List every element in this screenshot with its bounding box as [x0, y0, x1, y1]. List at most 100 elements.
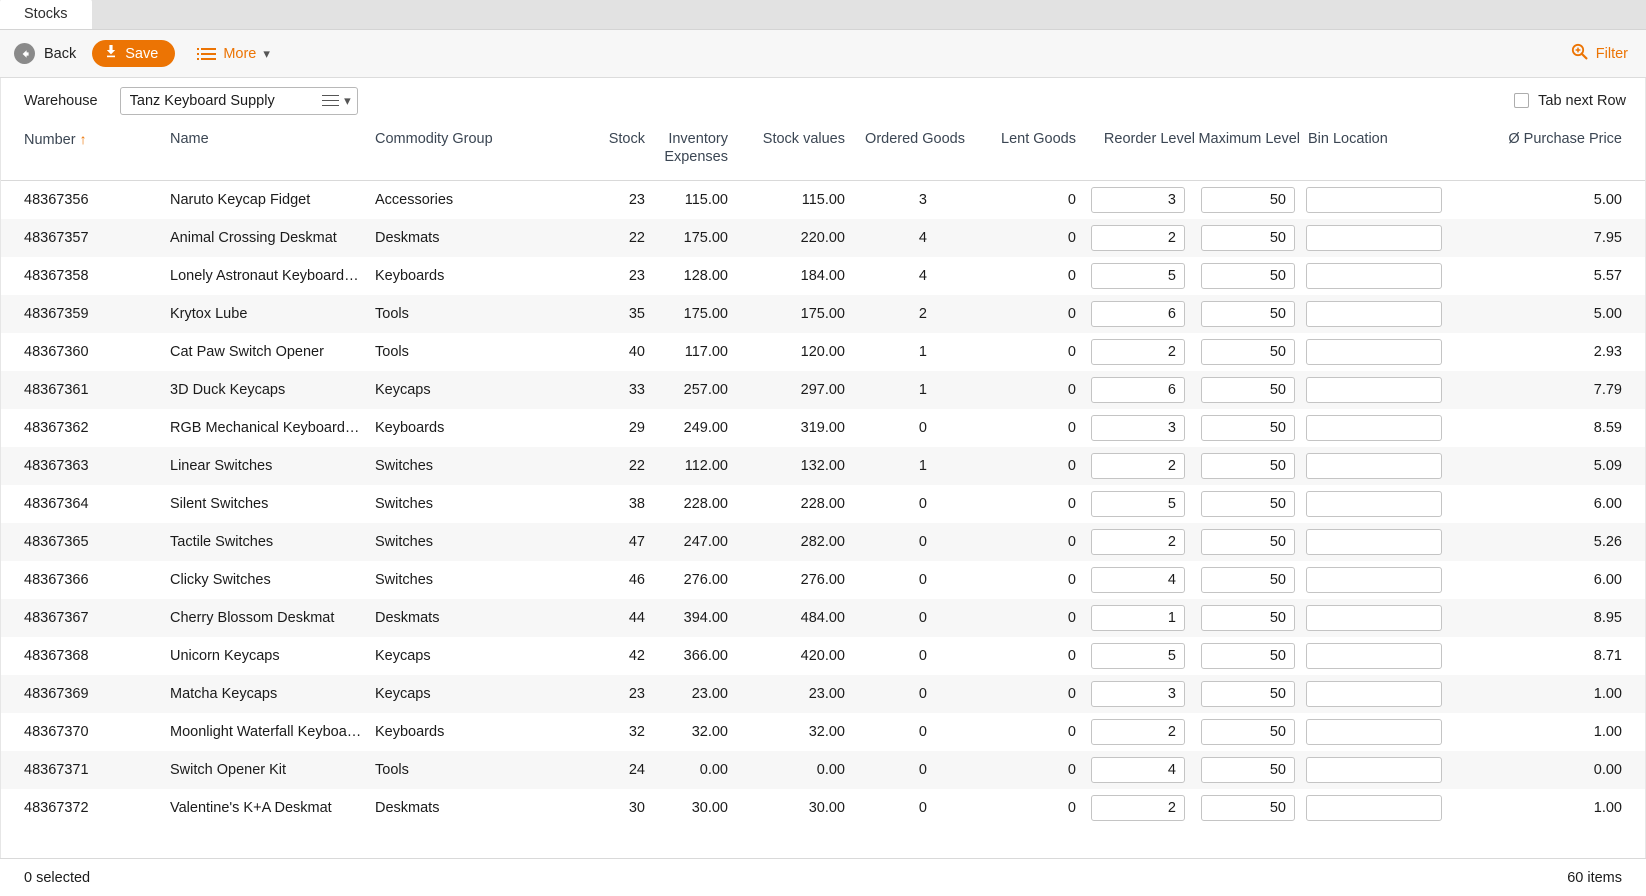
maximum-level-input[interactable]: [1201, 186, 1295, 213]
cell-stock-values: 220.00: [800, 229, 845, 246]
arrow-left-icon: [14, 43, 35, 64]
table-row[interactable]: 48367364 Silent Switches Switches 38 228.00 2…: [0, 485, 1646, 523]
maximum-level-input[interactable]: [1201, 566, 1295, 593]
filter-button[interactable]: Filter: [1567, 40, 1632, 67]
warehouse-select[interactable]: Tanz Keyboard Supply ▾: [119, 86, 358, 115]
cell-purchase-price: 0.00: [1593, 761, 1622, 778]
maximum-level-input[interactable]: [1201, 414, 1295, 441]
maximum-level-input[interactable]: [1201, 452, 1295, 479]
column-header-number[interactable]: Number ↑: [0, 124, 170, 181]
reorder-level-input[interactable]: [1091, 642, 1185, 669]
bin-location-input[interactable]: [1306, 756, 1442, 783]
table-row[interactable]: 48367368 Unicorn Keycaps Keycaps 42 366.00 42…: [0, 637, 1646, 675]
reorder-level-input[interactable]: [1091, 794, 1185, 821]
maximum-level-input[interactable]: [1201, 262, 1295, 289]
maximum-level-input[interactable]: [1201, 604, 1295, 631]
maximum-level-input[interactable]: [1201, 718, 1295, 745]
column-header-inventory-expenses[interactable]: Inventory Expenses: [645, 124, 750, 181]
column-header-reorder-level[interactable]: Reorder Level: [1085, 124, 1195, 181]
bin-location-input[interactable]: [1306, 224, 1442, 251]
reorder-level-input[interactable]: [1091, 262, 1185, 289]
column-header-stock[interactable]: Stock: [600, 124, 645, 181]
bin-location-input[interactable]: [1306, 186, 1442, 213]
bin-location-input[interactable]: [1306, 528, 1442, 555]
reorder-level-input[interactable]: [1091, 376, 1185, 403]
table-row[interactable]: 48367357 Animal Crossing Deskmat Deskmats 2…: [0, 218, 1646, 257]
table-row[interactable]: 48367359 Krytox Lube Tools 35 175.00 175.00 2 0…: [0, 294, 1646, 333]
table-row[interactable]: 48367367 Cherry Blossom Deskmat Deskmats 44…: [0, 598, 1646, 637]
cell-purchase-price: 5.00: [1593, 191, 1622, 208]
tab-stocks[interactable]: Stocks: [0, 0, 92, 29]
bin-location-input[interactable]: [1306, 414, 1442, 441]
table-row[interactable]: 48367371 Switch Opener Kit Tools 24 0.00 0.00…: [0, 750, 1646, 789]
reorder-level-input[interactable]: [1091, 414, 1185, 441]
table-row[interactable]: 48367370 Moonlight Waterfall Keyboard ...…: [0, 713, 1646, 751]
table-row[interactable]: 48367360 Cat Paw Switch Opener Tools 40 117.…: [0, 333, 1646, 371]
maximum-level-input[interactable]: [1201, 224, 1295, 251]
bin-location-input[interactable]: [1306, 376, 1442, 403]
maximum-level-input[interactable]: [1201, 642, 1295, 669]
bin-location-input[interactable]: [1306, 262, 1442, 289]
reorder-level-input[interactable]: [1091, 528, 1185, 555]
table-row[interactable]: 48367372 Valentine's K+A Deskmat Deskmats 3…: [0, 789, 1646, 827]
reorder-level-input[interactable]: [1091, 224, 1185, 251]
column-header-lent-goods[interactable]: Lent Goods: [980, 124, 1085, 181]
column-header-name[interactable]: Name: [170, 124, 375, 181]
reorder-level-input[interactable]: [1091, 186, 1185, 213]
column-header-purchase-price[interactable]: Ø Purchase Price: [1450, 124, 1646, 181]
reorder-level-input[interactable]: [1091, 490, 1185, 517]
reorder-level-input[interactable]: [1091, 718, 1185, 745]
bin-location-cell: [1300, 561, 1450, 599]
table-row[interactable]: 48367362 RGB Mechanical Keyboard - 80... K…: [0, 409, 1646, 447]
cell-inventory-expenses: 117.00: [684, 343, 728, 360]
column-header-stock-values[interactable]: Stock values: [750, 124, 855, 181]
back-button[interactable]: Back: [8, 40, 82, 67]
table-row[interactable]: 48367358 Lonely Astronaut Keyboard - 6...…: [0, 257, 1646, 295]
column-header-bin-location[interactable]: Bin Location: [1300, 124, 1450, 181]
maximum-level-input[interactable]: [1201, 756, 1295, 783]
reorder-level-input[interactable]: [1091, 604, 1185, 631]
reorder-level-input[interactable]: [1091, 756, 1185, 783]
maximum-level-input[interactable]: [1201, 490, 1295, 517]
save-button[interactable]: Save: [92, 40, 176, 67]
bin-location-input[interactable]: [1306, 680, 1442, 707]
maximum-level-input[interactable]: [1201, 794, 1295, 821]
tab-next-row-toggle[interactable]: Tab next Row: [1514, 93, 1626, 109]
column-header-ordered-goods[interactable]: Ordered Goods: [855, 124, 980, 181]
maximum-level-input[interactable]: [1201, 300, 1295, 327]
reorder-level-input[interactable]: [1091, 338, 1185, 365]
column-header-maximum-level[interactable]: Maximum Level: [1195, 124, 1300, 181]
bin-location-input[interactable]: [1306, 794, 1442, 821]
maximum-level-input[interactable]: [1201, 376, 1295, 403]
bin-location-input[interactable]: [1306, 718, 1442, 745]
bin-location-input[interactable]: [1306, 452, 1442, 479]
tab-next-row-checkbox[interactable]: [1514, 93, 1530, 108]
maximum-level-input[interactable]: [1201, 528, 1295, 555]
name-text: Moonlight Waterfall Keyboard ...: [170, 723, 362, 740]
bin-location-input[interactable]: [1306, 338, 1442, 365]
bin-location-input[interactable]: [1306, 642, 1442, 669]
reorder-level-input[interactable]: [1091, 300, 1185, 327]
menu-icon[interactable]: [322, 94, 340, 107]
table-row[interactable]: 48367365 Tactile Switches Switches 47 247.00…: [0, 522, 1646, 561]
bin-location-input[interactable]: [1306, 604, 1442, 631]
reorder-level-input[interactable]: [1091, 680, 1185, 707]
table-row[interactable]: 48367366 Clicky Switches Switches 46 276.00 2…: [0, 561, 1646, 599]
cell-name: Moonlight Waterfall Keyboard ...: [170, 713, 375, 751]
reorder-level-input[interactable]: [1091, 452, 1185, 479]
table-row[interactable]: 48367363 Linear Switches Switches 22 112.00 1…: [0, 446, 1646, 485]
maximum-level-input[interactable]: [1201, 680, 1295, 707]
table-row[interactable]: 48367356 Naruto Keycap Fidget Accessories 2…: [0, 181, 1646, 219]
table-row[interactable]: 48367369 Matcha Keycaps Keycaps 23 23.00 23.0…: [0, 674, 1646, 713]
table-row[interactable]: 48367361 3D Duck Keycaps Keycaps 33 257.00 29…: [0, 370, 1646, 409]
bin-location-input[interactable]: [1306, 490, 1442, 517]
bin-location-input[interactable]: [1306, 566, 1442, 593]
chevron-down-icon[interactable]: ▾: [344, 94, 351, 107]
cell-inventory-expenses: 257.00: [683, 381, 728, 398]
maximum-level-input[interactable]: [1201, 338, 1295, 365]
bin-location-input[interactable]: [1306, 300, 1442, 327]
cell-stock-values: 175.00: [800, 305, 845, 322]
reorder-level-input[interactable]: [1091, 566, 1185, 593]
more-button[interactable]: More ▾: [195, 43, 276, 65]
column-header-commodity-group[interactable]: Commodity Group: [375, 124, 600, 181]
